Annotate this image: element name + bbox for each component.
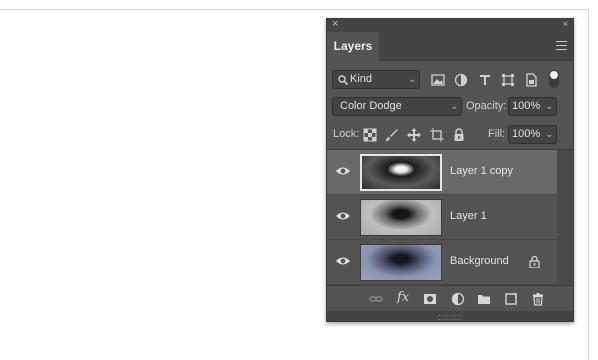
panel-resize-bar[interactable]	[327, 311, 573, 321]
fill-label: Fill:	[488, 128, 506, 140]
visibility-eye-icon[interactable]	[335, 210, 351, 222]
layer-thumbnail	[360, 199, 442, 236]
tab-layers[interactable]: Layers	[327, 32, 379, 61]
panel-title-bar[interactable]: × ‹‹	[327, 18, 573, 32]
layers-list: Layer 1 copy Layer 1 Background	[327, 150, 573, 285]
fill-dropdown[interactable]: ⌄	[542, 125, 557, 144]
filter-type-icon[interactable]	[478, 73, 492, 87]
opacity-label: Opacity:	[466, 100, 507, 112]
lock-image-pixels-icon[interactable]	[385, 128, 399, 142]
visibility-eye-icon[interactable]	[335, 255, 351, 267]
lock-row: Lock: Fill: 100% ⌄	[327, 124, 573, 146]
lock-icon[interactable]	[529, 255, 540, 268]
adjustment-layer-icon[interactable]	[451, 292, 465, 306]
layer-row-background[interactable]: Background	[327, 240, 557, 285]
layer-thumbnail	[360, 244, 442, 281]
panel-menu-icon[interactable]	[556, 41, 567, 50]
chevron-down-icon: ⌄	[545, 101, 553, 111]
filter-row: Kind ⌄	[327, 68, 573, 90]
blend-mode-value: Color Dodge	[340, 100, 402, 112]
lock-label: Lock:	[333, 128, 360, 140]
canvas-edge-top	[0, 9, 589, 10]
chevron-down-icon: ⌄	[450, 101, 458, 111]
layer-thumbnail	[360, 154, 442, 191]
new-layer-icon[interactable]	[504, 292, 518, 306]
layers-scrollbar[interactable]	[557, 150, 572, 285]
lock-artboard-icon[interactable]	[430, 128, 444, 142]
chevron-down-icon: ⌄	[408, 74, 416, 84]
filter-toggle-switch[interactable]	[549, 70, 559, 88]
filter-kind-label: Kind	[350, 73, 373, 85]
layer-name[interactable]: Layer 1 copy	[450, 165, 513, 177]
visibility-eye-icon[interactable]	[335, 165, 351, 177]
lock-transparent-pixels-icon[interactable]	[363, 128, 377, 142]
layer-row-layer-1-copy[interactable]: Layer 1 copy	[327, 150, 557, 195]
filter-adjustment-icon[interactable]	[454, 73, 468, 87]
new-group-icon[interactable]	[477, 292, 491, 306]
resize-grip[interactable]	[438, 315, 462, 320]
chevron-down-icon: ⌄	[545, 129, 553, 139]
canvas-edge-right	[588, 9, 589, 360]
layer-name[interactable]: Layer 1	[450, 210, 487, 222]
link-layers-icon[interactable]	[369, 292, 383, 306]
blend-mode-select[interactable]: Color Dodge ⌄	[332, 97, 462, 116]
layer-row-layer-1[interactable]: Layer 1	[327, 195, 557, 240]
add-mask-icon[interactable]	[423, 292, 437, 306]
layers-bottom-toolbar: fx	[327, 285, 573, 312]
opacity-value: 100%	[512, 100, 541, 112]
layers-panel: × ‹‹ Layers Kind ⌄ Color Dodge ⌄ Opacity…	[326, 18, 574, 322]
filter-shape-icon[interactable]	[501, 73, 515, 87]
layer-name[interactable]: Background	[450, 255, 509, 267]
panel-tab-row: Layers	[327, 32, 573, 61]
filter-kind-select[interactable]: Kind ⌄	[332, 70, 420, 89]
toggle-knob	[550, 71, 558, 79]
search-icon	[338, 75, 348, 85]
collapse-panel-icon[interactable]: ‹‹	[563, 18, 568, 28]
close-panel-icon[interactable]: ×	[332, 18, 338, 30]
lock-all-icon[interactable]	[452, 128, 466, 142]
blend-row: Color Dodge ⌄ Opacity: 100% ⌄	[327, 96, 573, 118]
lock-position-icon[interactable]	[407, 128, 421, 142]
filter-smart-object-icon[interactable]	[524, 73, 538, 87]
fx-icon[interactable]: fx	[397, 290, 409, 305]
delete-layer-icon[interactable]	[531, 292, 545, 306]
opacity-dropdown[interactable]: ⌄	[542, 97, 557, 116]
filter-pixel-icon[interactable]	[431, 73, 445, 87]
fill-value: 100%	[512, 128, 541, 140]
